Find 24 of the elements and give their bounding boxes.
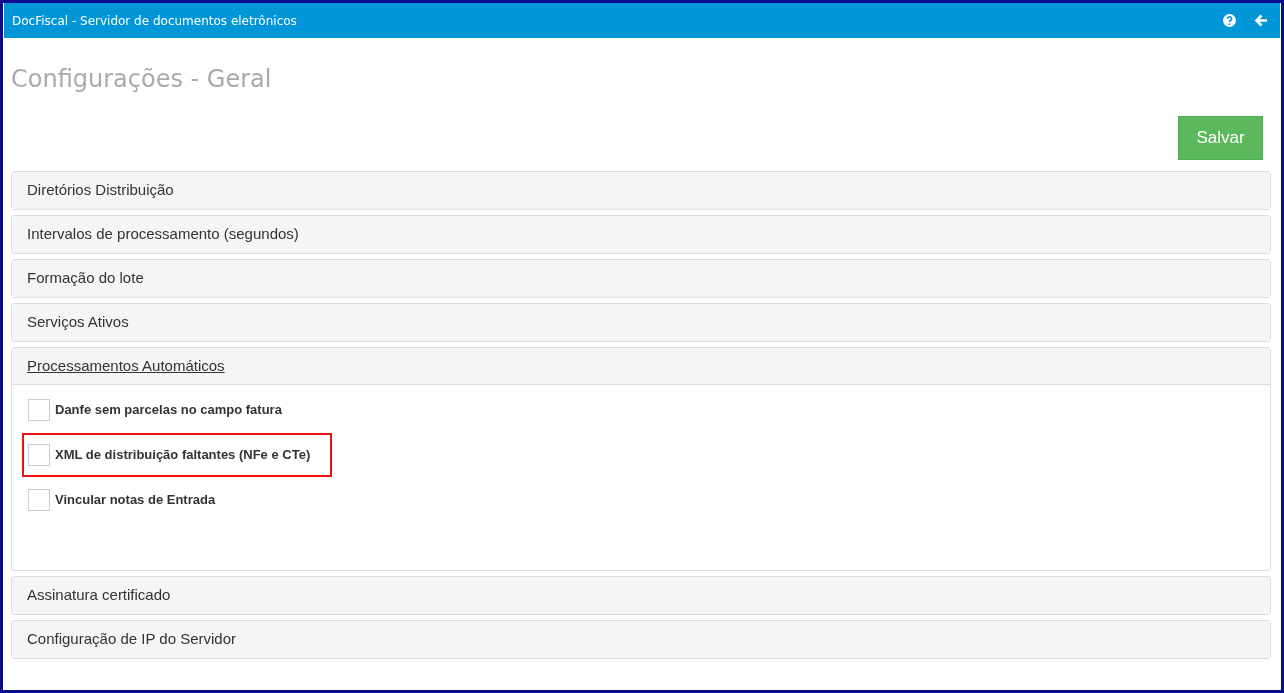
panel-header[interactable]: Configuração de IP do Servidor (12, 621, 1270, 658)
window-title: DocFiscal - Servidor de documentos eletrônicos (12, 12, 298, 30)
panel-title[interactable]: Serviços Ativos (27, 311, 129, 334)
panel-title[interactable]: Assinatura certificado (27, 584, 171, 607)
panel-title[interactable]: Formação do lote (27, 267, 144, 290)
page-title: Configurações - Geral (11, 64, 273, 95)
panel-title[interactable]: Diretórios Distribuição (27, 179, 174, 202)
panel-header[interactable]: Processamentos Automáticos (12, 348, 1270, 385)
panel-title[interactable]: Intervalos de processamento (segundos) (27, 223, 299, 246)
checkbox[interactable] (28, 444, 50, 466)
panel-header[interactable]: Formação do lote (12, 260, 1270, 297)
checkbox-label: XML de distribuição faltantes (NFe e CTe) (55, 446, 311, 465)
panel-title[interactable]: Configuração de IP do Servidor (27, 628, 237, 651)
panel-header[interactable]: Intervalos de processamento (segundos) (12, 216, 1270, 253)
panel-header[interactable]: Diretórios Distribuição (12, 172, 1270, 209)
help-icon[interactable] (1223, 14, 1236, 27)
checkbox[interactable] (28, 489, 50, 511)
panel-header[interactable]: Assinatura certificado (12, 577, 1270, 614)
checkbox-label: Danfe sem parcelas no campo fatura (55, 401, 282, 420)
checkbox-label: Vincular notas de Entrada (55, 491, 216, 510)
panel-header[interactable]: Serviços Ativos (12, 304, 1270, 341)
back-arrow-icon[interactable] (1254, 14, 1268, 27)
panel-title[interactable]: Processamentos Automáticos (27, 354, 225, 378)
checkbox[interactable] (28, 399, 50, 421)
